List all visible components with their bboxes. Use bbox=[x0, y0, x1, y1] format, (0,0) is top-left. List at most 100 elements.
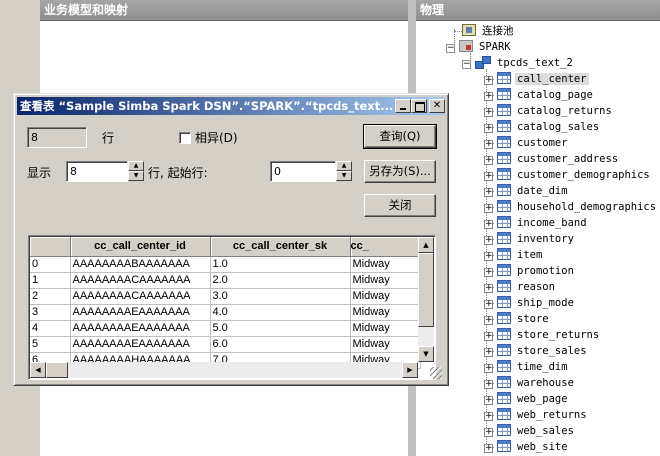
expand-icon[interactable]: + bbox=[484, 380, 493, 389]
expand-icon[interactable]: + bbox=[484, 140, 493, 149]
tree-node-table[interactable]: + catalog_page bbox=[484, 87, 595, 103]
table-row[interactable]: 1 AAAAAAAACAAAAAAA 2.0 Midway bbox=[30, 272, 421, 289]
maximize-button[interactable] bbox=[411, 99, 427, 113]
table-name: customer_address bbox=[517, 153, 619, 165]
expand-icon[interactable]: + bbox=[484, 268, 493, 277]
expand-icon[interactable]: + bbox=[484, 396, 493, 405]
expand-icon[interactable]: + bbox=[484, 156, 493, 165]
tree-node-table[interactable]: + customer_address bbox=[484, 151, 620, 167]
tree-node-table[interactable]: + store_returns bbox=[484, 327, 601, 343]
table-icon bbox=[497, 312, 511, 324]
expand-icon[interactable]: + bbox=[484, 204, 493, 213]
expand-icon[interactable]: + bbox=[484, 428, 493, 437]
spin-down-icon[interactable]: ▼ bbox=[336, 171, 352, 181]
vertical-scroll-thumb[interactable] bbox=[418, 253, 434, 327]
table-name: catalog_returns bbox=[517, 105, 612, 117]
scroll-right-icon[interactable]: ▶ bbox=[402, 362, 418, 378]
start-row-input[interactable]: 0 bbox=[270, 161, 336, 182]
spin-up-icon[interactable]: ▲ bbox=[336, 161, 352, 171]
table-cell: 1.0 bbox=[210, 256, 351, 273]
expand-icon[interactable]: + bbox=[484, 412, 493, 421]
collapse-icon[interactable]: − bbox=[446, 44, 455, 53]
tree-node-table[interactable]: + web_sales bbox=[484, 423, 576, 439]
show-rows-input[interactable]: 8 bbox=[66, 161, 128, 182]
expand-icon[interactable]: + bbox=[484, 124, 493, 133]
result-grid[interactable]: cc_call_center_id cc_call_center_sk cc_ 0A… bbox=[28, 235, 436, 380]
expand-icon[interactable]: + bbox=[484, 92, 493, 101]
minimize-button[interactable] bbox=[395, 99, 411, 113]
column-header[interactable]: cc_call_center_id bbox=[70, 237, 211, 257]
expand-icon[interactable]: + bbox=[484, 236, 493, 245]
table-name: catalog_page bbox=[517, 89, 593, 101]
vertical-scrollbar[interactable]: ▲ ▼ bbox=[418, 237, 434, 362]
tree-node-table[interactable]: + store bbox=[484, 311, 551, 327]
tree-node-table[interactable]: + income_band bbox=[484, 215, 589, 231]
dialog-titlebar[interactable]: 查看表 “Sample Simba Spark DSN”.“SPARK”.“tp… bbox=[17, 97, 445, 115]
tree-node-table[interactable]: + web_site bbox=[484, 439, 570, 455]
query-button[interactable]: 查询(Q) bbox=[363, 124, 437, 149]
tree-node-table[interactable]: + household_demographics bbox=[484, 199, 658, 215]
expand-icon[interactable]: + bbox=[484, 220, 493, 229]
tree-node-table[interactable]: + catalog_returns bbox=[484, 103, 614, 119]
collapse-icon[interactable]: − bbox=[462, 60, 471, 69]
expand-icon[interactable]: + bbox=[484, 108, 493, 117]
tree-node-database[interactable]: − SPARK bbox=[446, 39, 513, 55]
horizontal-scroll-thumb[interactable] bbox=[46, 362, 68, 378]
scroll-up-icon[interactable]: ▲ bbox=[418, 237, 434, 253]
tree-node-table[interactable]: + customer_demographics bbox=[484, 167, 652, 183]
spin-up-icon[interactable]: ▲ bbox=[128, 161, 144, 171]
table-row[interactable]: 3 AAAAAAAAEAAAAAAA 4.0 Midway bbox=[30, 304, 421, 321]
expand-icon[interactable]: + bbox=[484, 316, 493, 325]
start-row-spinner[interactable]: ▲ ▼ bbox=[336, 161, 352, 182]
table-cell: AAAAAAAACAAAAAAA bbox=[70, 288, 211, 305]
column-header[interactable] bbox=[30, 237, 71, 257]
tree-node-table[interactable]: + web_page bbox=[484, 391, 570, 407]
table-icon bbox=[497, 408, 511, 420]
tree-node-schema[interactable]: − tpcds_text_2 bbox=[462, 55, 575, 71]
tree-node-table[interactable]: + ship_mode bbox=[484, 295, 576, 311]
close-window-button[interactable]: ✕ bbox=[429, 99, 445, 113]
show-rows-spinner[interactable]: ▲ ▼ bbox=[128, 161, 144, 182]
tree-node-table[interactable]: + call_center bbox=[484, 71, 589, 87]
expand-icon[interactable]: + bbox=[484, 444, 493, 453]
expand-icon[interactable]: + bbox=[484, 188, 493, 197]
table-icon bbox=[497, 280, 511, 292]
column-header[interactable]: cc_ bbox=[350, 237, 421, 257]
resize-grip-icon[interactable] bbox=[430, 367, 442, 379]
expand-icon[interactable]: + bbox=[484, 252, 493, 261]
distinct-checkbox[interactable] bbox=[179, 132, 191, 144]
scroll-down-icon[interactable]: ▼ bbox=[418, 346, 434, 362]
tree-node-table[interactable]: + warehouse bbox=[484, 375, 576, 391]
save-as-button[interactable]: 另存为(S)... bbox=[364, 160, 436, 183]
scroll-left-icon[interactable]: ◀ bbox=[30, 362, 46, 378]
tree-node-table[interactable]: + catalog_sales bbox=[484, 119, 601, 135]
tree-node-table[interactable]: + date_dim bbox=[484, 183, 570, 199]
close-button[interactable]: 关闭 bbox=[364, 194, 436, 217]
table-icon bbox=[497, 168, 511, 180]
tree-node-table[interactable]: + item bbox=[484, 247, 544, 263]
expand-icon[interactable]: + bbox=[484, 364, 493, 373]
table-row[interactable]: 5 AAAAAAAAEAAAAAAA 6.0 Midway bbox=[30, 336, 421, 353]
physical-tree[interactable]: 连接池 − SPARK − tpcds_text_2 + call_center + ca… bbox=[416, 21, 660, 456]
table-row[interactable]: 4 AAAAAAAAEAAAAAAA 5.0 Midway bbox=[30, 320, 421, 337]
table-row[interactable]: 2 AAAAAAAACAAAAAAA 3.0 Midway bbox=[30, 288, 421, 305]
tree-node-connection-pool[interactable]: 连接池 bbox=[462, 23, 516, 39]
expand-icon[interactable]: + bbox=[484, 332, 493, 341]
table-row[interactable]: 0 AAAAAAAABAAAAAAA 1.0 Midway bbox=[30, 256, 421, 273]
expand-icon[interactable]: + bbox=[484, 284, 493, 293]
tree-node-table[interactable]: + reason bbox=[484, 279, 557, 295]
tree-node-table[interactable]: + store_sales bbox=[484, 343, 589, 359]
expand-icon[interactable]: + bbox=[484, 76, 493, 85]
spin-down-icon[interactable]: ▼ bbox=[128, 171, 144, 181]
expand-icon[interactable]: + bbox=[484, 348, 493, 357]
tree-node-table[interactable]: + time_dim bbox=[484, 359, 570, 375]
tree-node-table[interactable]: + promotion bbox=[484, 263, 576, 279]
tree-node-table[interactable]: + web_returns bbox=[484, 407, 589, 423]
column-header[interactable]: cc_call_center_sk bbox=[210, 237, 351, 257]
tree-node-table[interactable]: + inventory bbox=[484, 231, 576, 247]
view-table-dialog[interactable]: 查看表 “Sample Simba Spark DSN”.“SPARK”.“tp… bbox=[13, 93, 449, 386]
horizontal-scrollbar[interactable]: ◀ ▶ bbox=[30, 362, 418, 378]
tree-node-table[interactable]: + customer bbox=[484, 135, 570, 151]
expand-icon[interactable]: + bbox=[484, 172, 493, 181]
expand-icon[interactable]: + bbox=[484, 300, 493, 309]
